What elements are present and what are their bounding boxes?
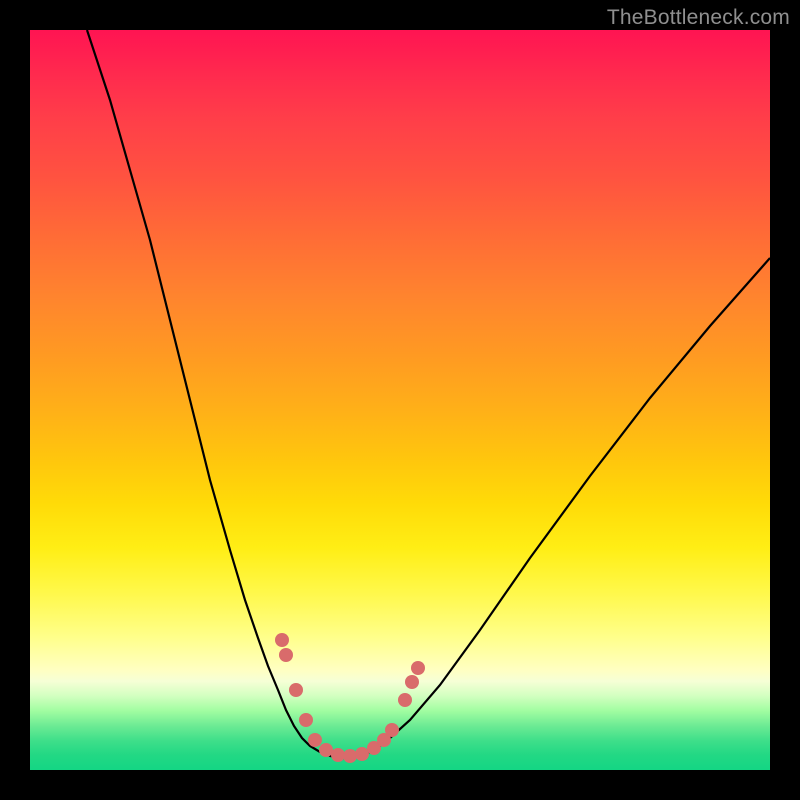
valley-marker (299, 713, 313, 727)
valley-marker (289, 683, 303, 697)
valley-marker (385, 723, 399, 737)
valley-marker (398, 693, 412, 707)
plot-area (30, 30, 770, 770)
watermark-text: TheBottleneck.com (607, 6, 790, 30)
valley-marker (275, 633, 289, 647)
valley-marker (279, 648, 293, 662)
chart-frame: TheBottleneck.com (0, 0, 800, 800)
valley-marker (411, 661, 425, 675)
valley-marker (405, 675, 419, 689)
valley-markers (30, 30, 770, 770)
